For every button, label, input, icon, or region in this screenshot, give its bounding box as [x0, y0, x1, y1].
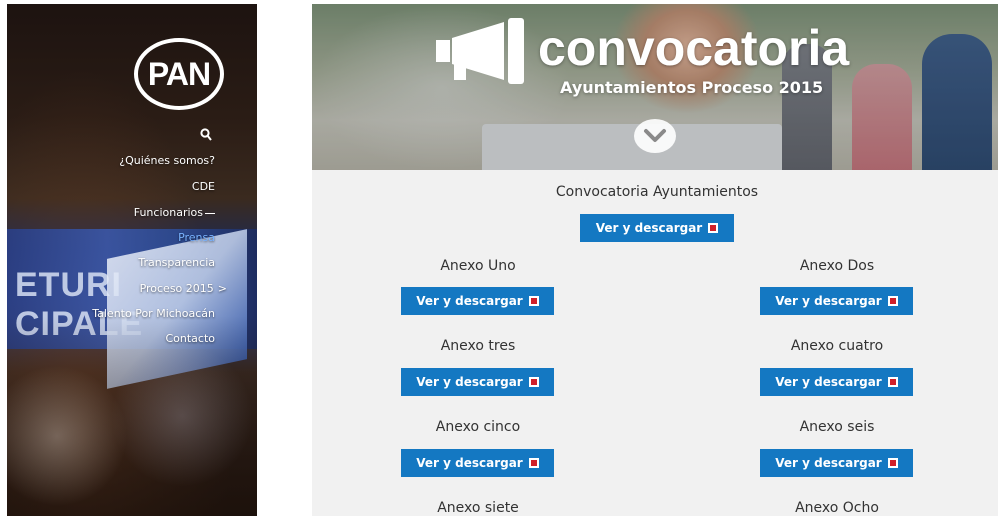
chevron-down-icon [644, 129, 666, 142]
download-anexo-dos-button[interactable]: Ver y descargar [760, 287, 913, 315]
nav-label: Transparencia [138, 256, 215, 269]
nav-label: Funcionarios [133, 206, 203, 219]
nav-item-contacto[interactable]: Contacto [165, 332, 215, 345]
button-label: Ver y descargar [775, 294, 882, 308]
chevron-right-icon: > [217, 282, 227, 295]
pan-logo[interactable]: PAN [134, 38, 224, 110]
nav-item-funcionarios[interactable]: Funcionarios [134, 206, 215, 219]
anexo-siete-title: Anexo siete [437, 500, 519, 516]
search-icon[interactable] [200, 128, 212, 142]
nav-label: Talento Por Michoacán [92, 307, 215, 320]
hero-banner: convocatoria Ayuntamientos Proceso 2015 [312, 4, 998, 170]
pdf-icon [528, 377, 539, 387]
download-anexo-cinco-button[interactable]: Ver y descargar [401, 449, 554, 477]
sidebar-crowd-photo [7, 316, 257, 516]
button-label: Ver y descargar [416, 375, 523, 389]
anexo-tres-title: Anexo tres [440, 338, 516, 354]
button-label: Ver y descargar [775, 456, 882, 470]
nav-label: Contacto [165, 332, 215, 345]
nav-item-transparencia[interactable]: Transparencia [138, 256, 215, 269]
download-anexo-tres-button[interactable]: Ver y descargar [401, 368, 554, 396]
hero-title: convocatoria [538, 20, 850, 76]
nav-item-quienes-somos[interactable]: ¿Quiénes somos? [119, 154, 215, 167]
nav-label: Proceso 2015 [139, 282, 214, 295]
anexo-seis-title: Anexo seis [799, 419, 875, 435]
sidebar: ETURI CIPALE PAN ¿Quiénes somos? CDE Fun… [7, 4, 257, 516]
button-label: Ver y descargar [595, 221, 703, 235]
anexo-cuatro-title: Anexo cuatro [790, 338, 884, 354]
nav-item-cde[interactable]: CDE [192, 180, 215, 193]
main-section-title: Convocatoria Ayuntamientos [555, 184, 759, 200]
nav-item-talento[interactable]: Talento Por Michoacán [92, 307, 215, 320]
pdf-icon [528, 458, 539, 468]
button-label: Ver y descargar [775, 375, 882, 389]
anexo-uno-title: Anexo Uno [440, 258, 516, 274]
download-anexo-seis-button[interactable]: Ver y descargar [760, 449, 913, 477]
scroll-down-button[interactable] [634, 119, 676, 153]
anexo-dos-title: Anexo Dos [799, 258, 875, 274]
pdf-icon [887, 296, 898, 306]
pdf-icon [887, 377, 898, 387]
logo-text: PAN [147, 55, 211, 92]
nav-label: Prensa [178, 231, 215, 244]
main-content: Convocatoria Ayuntamientos Ver y descarg… [312, 170, 998, 516]
pdf-icon [887, 458, 898, 468]
anexo-ocho-title: Anexo Ocho [795, 500, 879, 516]
nav-item-prensa[interactable]: Prensa [178, 231, 215, 244]
download-anexo-cuatro-button[interactable]: Ver y descargar [760, 368, 913, 396]
pdf-icon [708, 223, 719, 233]
nav-label: ¿Quiénes somos? [119, 154, 215, 167]
anexo-cinco-title: Anexo cinco [435, 419, 521, 435]
hero-subtitle: Ayuntamientos Proceso 2015 [560, 78, 824, 97]
dash-decoration [205, 212, 215, 214]
download-convocatoria-button[interactable]: Ver y descargar [580, 214, 734, 242]
button-label: Ver y descargar [416, 294, 523, 308]
nav-item-proceso-2015[interactable]: Proceso 2015 > [140, 282, 227, 295]
button-label: Ver y descargar [416, 456, 523, 470]
megaphone-icon [436, 18, 524, 84]
download-anexo-uno-button[interactable]: Ver y descargar [401, 287, 554, 315]
nav-label: CDE [191, 180, 215, 193]
pdf-icon [528, 296, 539, 306]
